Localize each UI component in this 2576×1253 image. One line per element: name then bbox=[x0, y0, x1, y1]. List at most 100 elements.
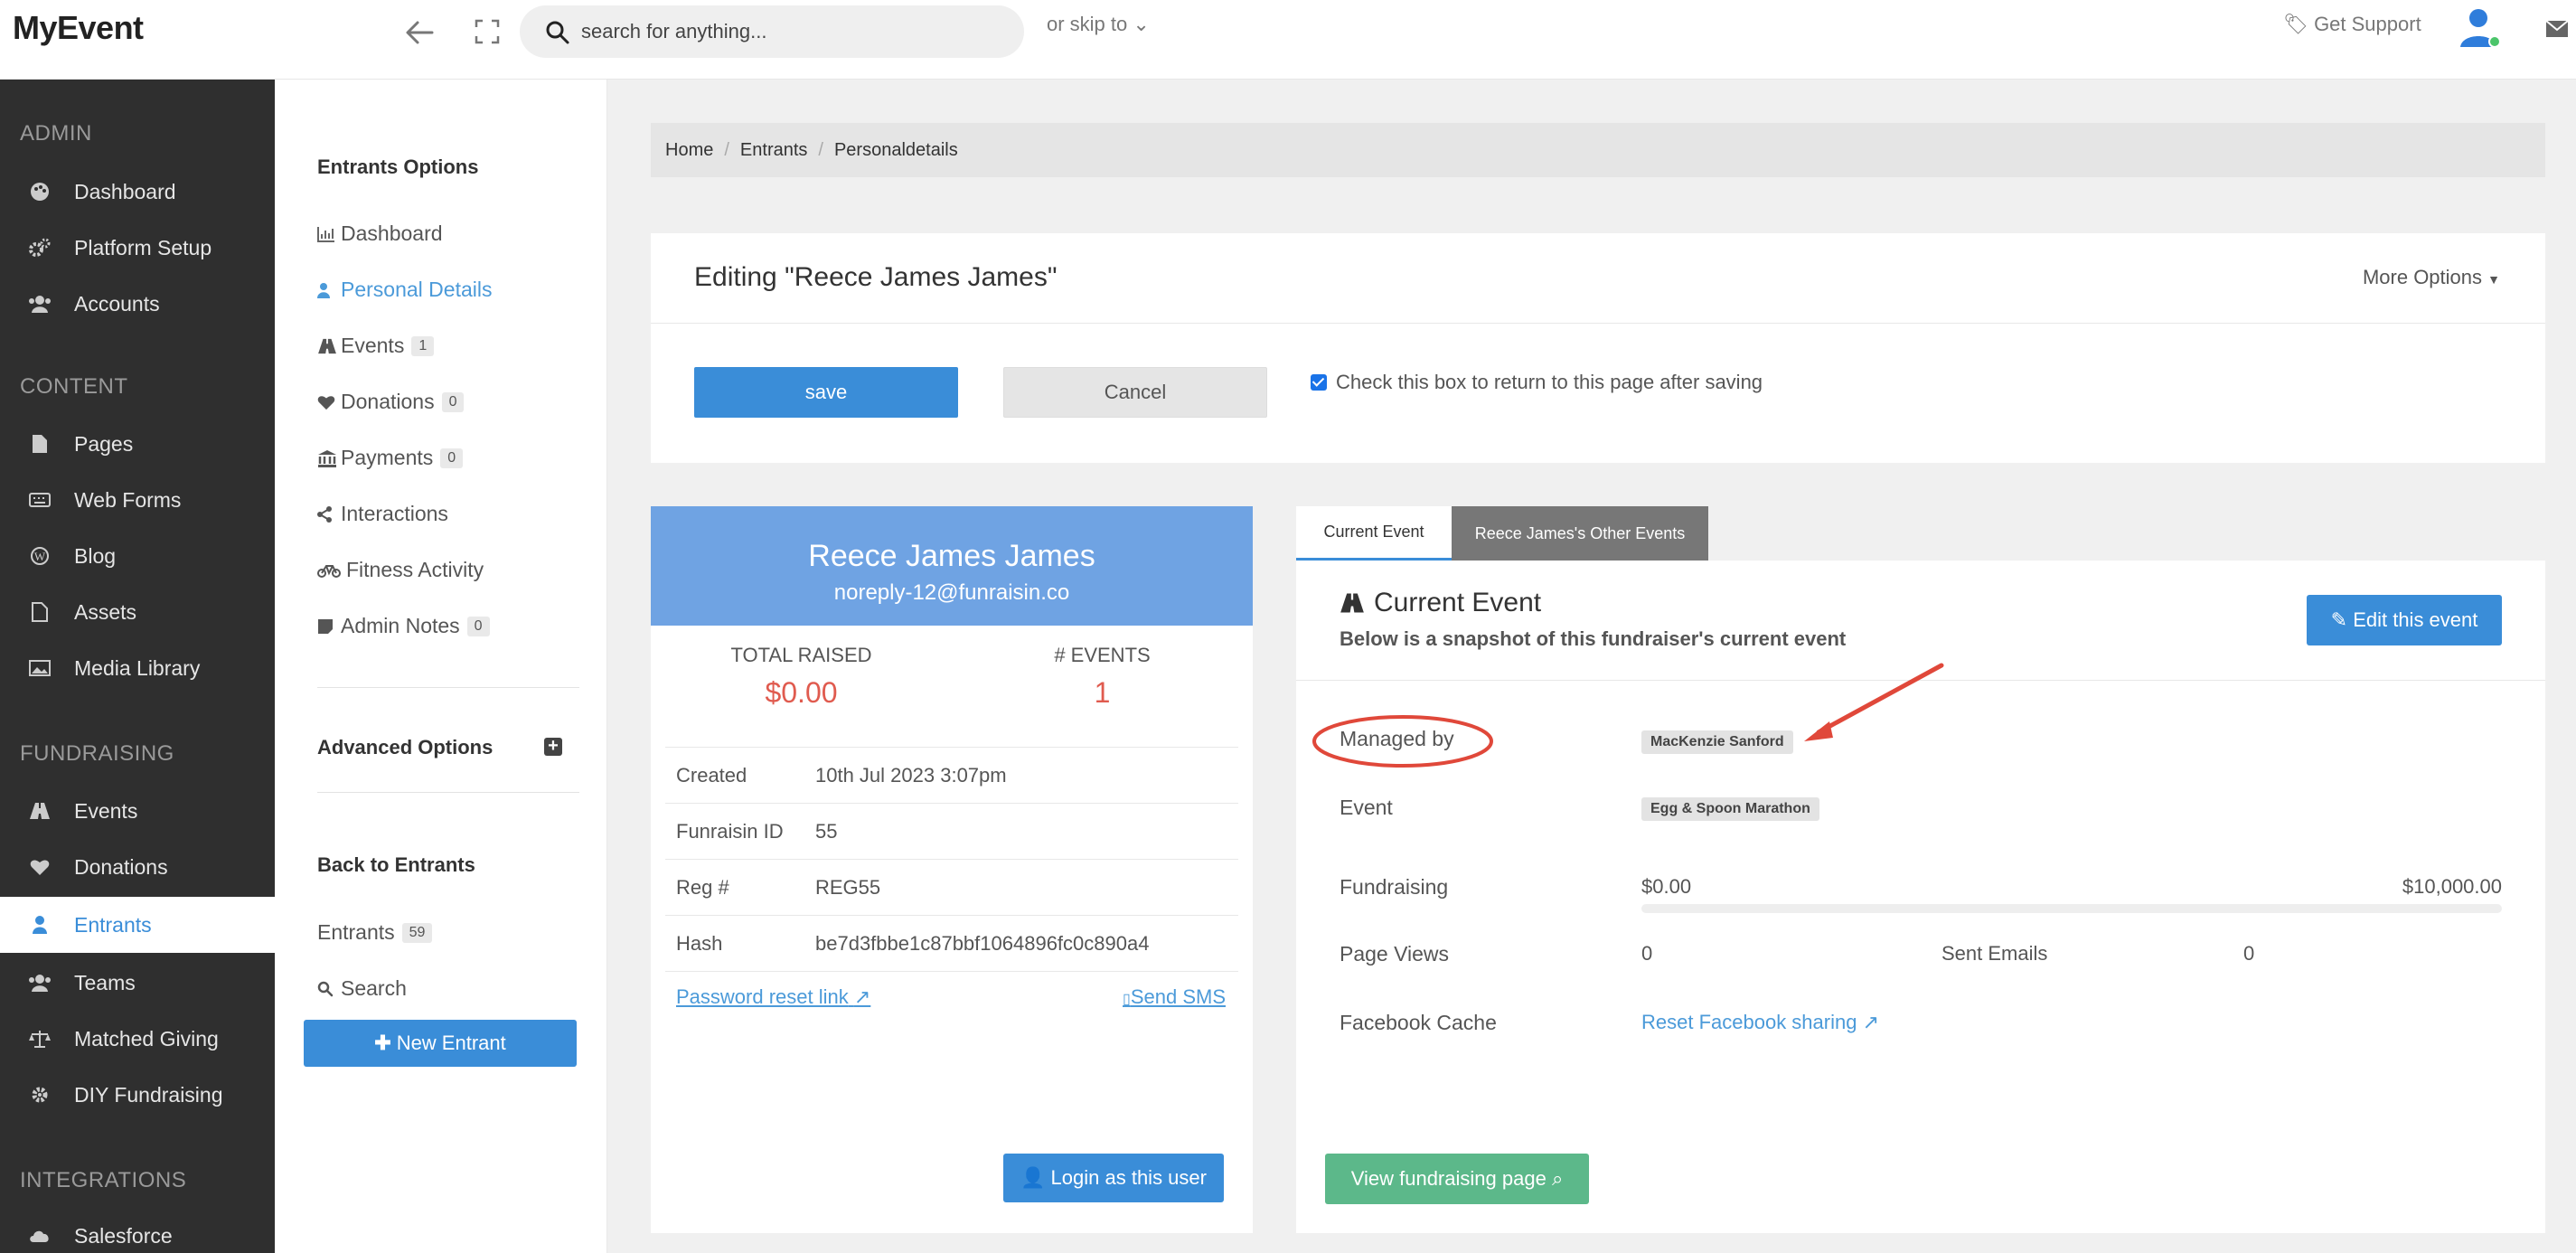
sidebar-item-media-library[interactable]: Media Library bbox=[0, 640, 275, 696]
search-input[interactable] bbox=[581, 14, 1006, 49]
sidebar-item-matched-giving[interactable]: Matched Giving bbox=[0, 1011, 275, 1067]
breadcrumb-current: Personaldetails bbox=[833, 139, 958, 160]
row-key: Reg # bbox=[676, 875, 729, 899]
tab-current-event[interactable]: Current Event bbox=[1296, 506, 1452, 561]
breadcrumb-home[interactable]: Home bbox=[665, 140, 713, 161]
cancel-button[interactable]: Cancel bbox=[1003, 367, 1267, 418]
subnav-item-search[interactable]: Search bbox=[317, 976, 407, 1001]
editing-panel: Editing "Reece James James" More Options… bbox=[651, 233, 2545, 463]
sidebar-item-blog[interactable]: W Blog bbox=[0, 528, 275, 584]
subnav-item-label: Dashboard bbox=[341, 221, 443, 245]
subnav-item-events[interactable]: Events 1 bbox=[317, 334, 435, 358]
sidebar-item-events[interactable]: Events bbox=[0, 783, 275, 839]
sidebar-item-salesforce[interactable]: Salesforce bbox=[0, 1208, 275, 1253]
subnav-item-label: Payments bbox=[341, 446, 434, 469]
app-logo[interactable]: MyEvent bbox=[13, 9, 144, 47]
sidebar-item-dashboard[interactable]: Dashboard bbox=[0, 164, 275, 220]
profile-row-created: Created 10th Jul 2023 3:07pm bbox=[665, 747, 1238, 803]
external-link-icon: ↗ bbox=[1862, 1011, 1880, 1033]
user-icon bbox=[27, 912, 52, 937]
total-raised-value: $0.00 bbox=[765, 676, 838, 709]
sidebar-item-label: Salesforce bbox=[74, 1223, 173, 1248]
subnav-item-donations[interactable]: Donations 0 bbox=[317, 390, 465, 414]
user-icon bbox=[317, 280, 337, 300]
user-avatar-icon[interactable] bbox=[2458, 5, 2502, 51]
donations-count-badge: 0 bbox=[441, 391, 465, 412]
breadcrumb-entrants[interactable]: Entrants bbox=[740, 140, 807, 161]
sidebar-item-label: DIY Fundraising bbox=[74, 1082, 223, 1107]
sidebar-item-assets[interactable]: Assets bbox=[0, 584, 275, 640]
expand-advanced-options-icon[interactable]: + bbox=[544, 737, 562, 756]
advanced-options-heading[interactable]: Advanced Options bbox=[317, 736, 493, 759]
edit-icon: ✎ bbox=[2330, 608, 2348, 631]
password-reset-link[interactable]: Password reset link ↗ bbox=[676, 985, 870, 1009]
sidebar-item-entrants[interactable]: Entrants bbox=[0, 897, 275, 953]
send-sms-link[interactable]: ▯Send SMS bbox=[1123, 985, 1226, 1009]
road-icon bbox=[1340, 593, 1364, 613]
row-key: Funraisin ID bbox=[676, 819, 784, 843]
subnav-item-personal-details[interactable]: Personal Details bbox=[317, 278, 492, 302]
sidebar-item-pages[interactable]: Pages bbox=[0, 416, 275, 472]
external-link-icon: ↗ bbox=[853, 985, 871, 1008]
bicycle-icon bbox=[317, 561, 343, 580]
sidebar-item-label: Web Forms bbox=[74, 487, 182, 512]
view-fundraising-page-button[interactable]: View fundraising page ⌕ bbox=[1325, 1154, 1589, 1204]
sidebar-item-label: Events bbox=[74, 798, 138, 823]
plus-icon: ✚ bbox=[374, 1032, 391, 1054]
admin-notes-count-badge: 0 bbox=[466, 616, 490, 636]
breadcrumb-separator: / bbox=[724, 139, 729, 160]
save-button[interactable]: save bbox=[694, 367, 958, 418]
sidebar-item-diy-fundraising[interactable]: DIY Fundraising bbox=[0, 1067, 275, 1123]
file-icon bbox=[27, 431, 52, 457]
subnav-item-label: Donations bbox=[341, 390, 435, 413]
edit-event-button[interactable]: ✎ Edit this event bbox=[2307, 595, 2502, 645]
sidebar-item-label: Media Library bbox=[74, 655, 201, 680]
search-box[interactable] bbox=[520, 5, 1024, 58]
road-icon bbox=[317, 336, 337, 356]
reset-facebook-label: Reset Facebook sharing bbox=[1641, 1011, 1857, 1033]
subnav-item-fitness-activity[interactable]: Fitness Activity bbox=[317, 558, 484, 582]
more-options-dropdown[interactable]: More Options ▼ bbox=[2363, 266, 2500, 289]
get-support-link[interactable]: 🏷 Get Support bbox=[2283, 13, 2421, 36]
fundraising-progress-bar bbox=[1641, 904, 2502, 913]
sidebar-item-label: Donations bbox=[74, 854, 168, 879]
subnav-item-label: Entrants bbox=[317, 920, 395, 944]
users-icon bbox=[27, 291, 52, 316]
heart-icon bbox=[317, 392, 337, 412]
profile-row-hash: Hash be7d3fbbe1c87bbf1064896fc0c890a4 bbox=[665, 915, 1238, 971]
mail-icon[interactable] bbox=[2545, 20, 2569, 38]
search-icon bbox=[546, 21, 569, 44]
sidebar-item-accounts[interactable]: Accounts bbox=[0, 276, 275, 332]
reset-facebook-sharing-link[interactable]: Reset Facebook sharing ↗ bbox=[1641, 1011, 1879, 1034]
current-event-title: Current Event bbox=[1374, 588, 1542, 617]
subnav-item-payments[interactable]: Payments 0 bbox=[317, 446, 464, 470]
tab-other-events[interactable]: Reece James's Other Events bbox=[1452, 506, 1708, 561]
events-count-value: 1 bbox=[1094, 676, 1111, 709]
subnav-item-entrants[interactable]: Entrants 59 bbox=[317, 920, 433, 945]
login-as-user-button[interactable]: 👤 Login as this user bbox=[1003, 1154, 1224, 1202]
back-to-entrants-heading: Back to Entrants bbox=[317, 853, 475, 876]
sidebar-item-label: Pages bbox=[74, 431, 134, 456]
subnav-item-admin-notes[interactable]: Admin Notes 0 bbox=[317, 614, 490, 638]
subnav-item-dashboard[interactable]: Dashboard bbox=[317, 221, 443, 246]
fullscreen-icon[interactable] bbox=[474, 18, 501, 45]
subnav-item-interactions[interactable]: Interactions bbox=[317, 502, 448, 526]
sidebar-item-donations[interactable]: Donations bbox=[0, 839, 275, 895]
user-icon: 👤 bbox=[1020, 1166, 1046, 1189]
managed-by-tag: MacKenzie Sanford bbox=[1641, 730, 1793, 754]
page-views-value: 0 bbox=[1641, 942, 1653, 965]
sidebar-item-platform-setup[interactable]: Platform Setup bbox=[0, 220, 275, 276]
skip-to-dropdown[interactable]: or skip to ⌄ bbox=[1047, 13, 1150, 36]
profile-row-reg: Reg # REG55 bbox=[665, 859, 1238, 915]
sidebar-item-teams[interactable]: Teams bbox=[0, 955, 275, 1011]
payments-count-badge: 0 bbox=[440, 448, 464, 468]
new-entrant-button[interactable]: ✚ New Entrant bbox=[304, 1020, 577, 1067]
return-after-save-checkbox[interactable] bbox=[1311, 374, 1327, 391]
sidebar-section-admin: ADMIN bbox=[20, 121, 92, 146]
back-arrow-icon[interactable] bbox=[401, 14, 437, 51]
entrant-name: Reece James James bbox=[808, 539, 1095, 573]
subnav-item-label: Interactions bbox=[341, 502, 448, 525]
sidebar-item-web-forms[interactable]: Web Forms bbox=[0, 472, 275, 528]
view-fundraising-page-label: View fundraising page bbox=[1350, 1167, 1547, 1190]
page-title: Editing "Reece James James" bbox=[694, 262, 1058, 292]
